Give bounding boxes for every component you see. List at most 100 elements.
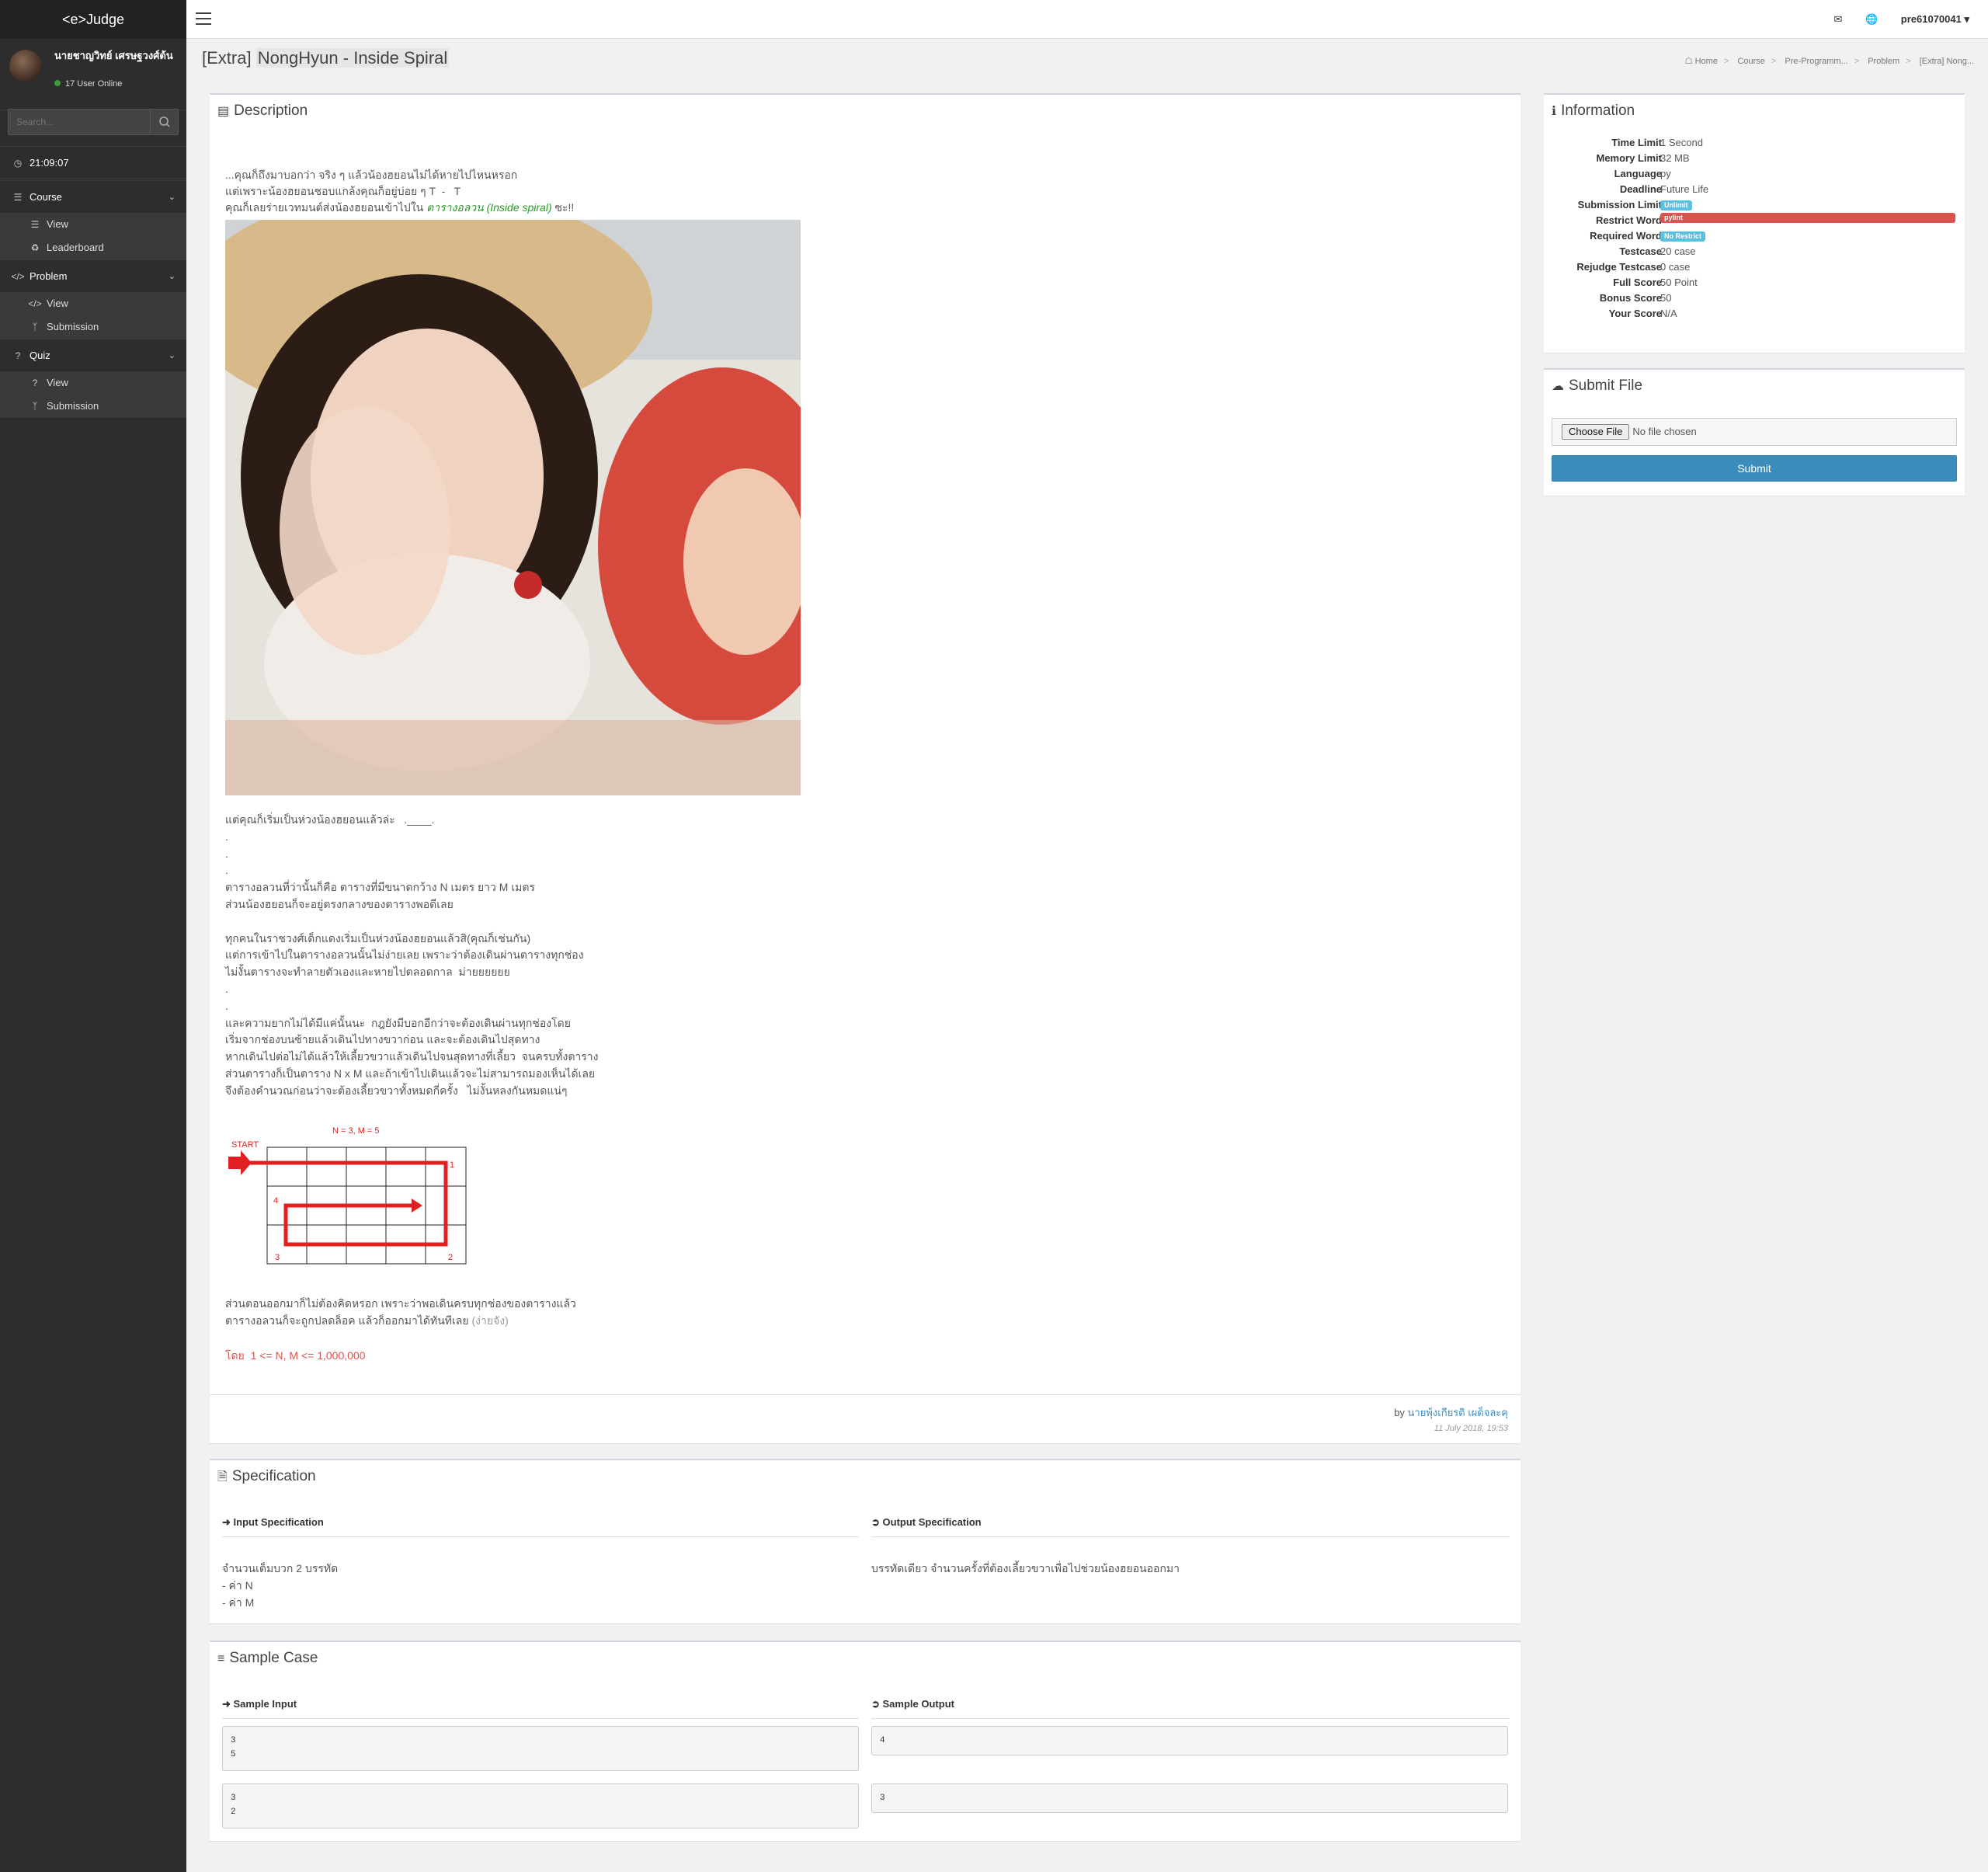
menu-quiz[interactable]: ? Quiz ⌄ <box>0 339 186 371</box>
search-input[interactable] <box>9 110 151 134</box>
user-menu[interactable]: pre61070041 ▾ <box>1901 13 1969 25</box>
breadcrumb-current: [Extra] Nong... <box>1919 57 1974 66</box>
info-key: Bonus Score <box>1599 292 1662 304</box>
sidebar-item-problem-submission[interactable]: ᛉ Submission <box>0 315 186 339</box>
menu-problem[interactable]: </> Problem ⌄ <box>0 259 186 292</box>
username: pre61070041 <box>1900 13 1962 25</box>
topbar-right: ✉ 🌐 pre61070041 ▾ <box>1813 0 1969 39</box>
info-value: Unlimit <box>1660 197 1692 213</box>
sample-divider-right <box>871 1718 1510 1719</box>
globe-icon[interactable]: 🌐 <box>1865 13 1878 25</box>
menu-quiz-label: Quiz <box>30 350 50 361</box>
page-title: [Extra] NongHyun - Inside Spiral <box>202 48 450 68</box>
sidebar-item-problem-view[interactable]: </> View <box>0 292 186 315</box>
sample-output-label: Sample Output <box>882 1698 954 1710</box>
diagram-start-label: START <box>231 1140 259 1150</box>
info-row: Rejudge Testcase 0 case <box>1544 259 1965 275</box>
list-icon: ☰ <box>13 192 23 203</box>
restrict-word-badge: pylint <box>1660 213 1955 223</box>
photo-illustration <box>225 220 801 795</box>
specification-title-text: Specification <box>231 1468 316 1484</box>
sample-divider-left <box>222 1718 859 1719</box>
info-key: Testcase <box>1619 245 1662 257</box>
description-divider <box>210 1394 1521 1395</box>
mail-icon[interactable]: ✉ <box>1833 13 1842 25</box>
home-icon: ☖ <box>1684 57 1693 66</box>
author-link[interactable]: นายพุ้งเกียรติ เผด็จละคุ <box>1408 1407 1508 1418</box>
intro-text: คุณก็เลยร่ายเวทมนต์ส่งน้องฮยอนเข้าไปใน <box>225 201 427 214</box>
menu-course[interactable]: ☰ Course ⌄ <box>0 180 186 213</box>
info-key: Time Limit <box>1611 137 1662 148</box>
sidebar-item-quiz-view[interactable]: ? View <box>0 371 186 395</box>
search-icon <box>159 117 170 127</box>
specification-title: 🗎 Specification <box>217 1468 316 1489</box>
cloud-upload-icon: ☁ <box>1552 380 1564 393</box>
intro-line: แต่เพราะน้องฮยอนชอบแกล้งคุณก็อยู่บ่อย ๆ … <box>225 185 461 197</box>
sidebar-item-leaderboard[interactable]: ♻ Leaderboard <box>0 236 186 259</box>
choose-file-button[interactable]: Choose File <box>1562 424 1630 440</box>
sidebar-item-quiz-submission[interactable]: ᛉ Submission <box>0 395 186 418</box>
info-row: Your Score N/A <box>1544 306 1965 322</box>
exit-text: ส่วนตอนออกมาก็ไม่ต้องคิดหรอก เพราะว่าพอเ… <box>225 1297 576 1327</box>
info-row: Testcase 20 case <box>1544 244 1965 259</box>
diagram-turn-2: 2 <box>448 1253 453 1262</box>
breadcrumb-course[interactable]: Course <box>1737 57 1764 66</box>
required-word-badge: No Restrict <box>1660 231 1706 242</box>
menu-course-sub: ☰ View ♻ Leaderboard <box>0 213 186 259</box>
info-row: Time Limit 1 Second <box>1544 135 1965 151</box>
sidebar: <e>Judge นายชาญวิทย์ เศรษฐวงศ์ต้น 17 Use… <box>0 0 186 1872</box>
info-key: Deadline <box>1619 183 1662 195</box>
spec-divider-left <box>222 1536 859 1537</box>
info-row: Submission Limit Unlimit <box>1544 197 1965 213</box>
submit-title-text: Submit File <box>1569 378 1643 394</box>
file-input: Choose File No file chosen <box>1552 418 1957 446</box>
sidebar-item-label: Leaderboard <box>47 242 104 253</box>
sample-title-text: Sample Case <box>229 1650 318 1666</box>
info-value: 0 case <box>1660 261 1691 273</box>
breadcrumb-problem[interactable]: Problem <box>1868 57 1899 66</box>
intro-line: ...คุณก็ถึงมาบอกว่า จริง ๆ แล้วน้องฮยอนไ… <box>225 169 518 181</box>
sign-in-icon: ➜ <box>222 1516 234 1528</box>
avatar <box>9 50 42 82</box>
user-name: นายชาญวิทย์ เศรษฐวงศ์ต้น <box>54 50 173 61</box>
info-row: Bonus Score 50 <box>1544 291 1965 306</box>
breadcrumb-course-name[interactable]: Pre-Programm... <box>1785 57 1847 66</box>
breadcrumb-home[interactable]: Home <box>1695 57 1718 66</box>
sample-input-label: Sample Input <box>233 1698 297 1710</box>
online-status: 17 User Online <box>54 79 122 89</box>
info-key: Restrict Word <box>1596 214 1662 226</box>
description-body: แต่คุณก็เริ่มเป็นห่วงน้องฮยอนแล้วล่ะ .__… <box>225 813 599 1097</box>
sidebar-item-course-view[interactable]: ☰ View <box>0 213 186 236</box>
sample-input-2: 3 2 <box>222 1783 859 1829</box>
chevron-down-icon: ⌄ <box>168 351 176 360</box>
info-value: 32 MB <box>1660 152 1690 164</box>
submit-title: ☁ Submit File <box>1552 378 1642 395</box>
constraint-text: โดย 1 <= N, M <= 1,000,000 <box>225 1349 366 1362</box>
branch-icon: ᛉ <box>32 322 38 332</box>
information-title-text: Information <box>1561 103 1635 119</box>
info-row: Memory Limit 32 MB <box>1544 151 1965 166</box>
input-spec-label: Input Specification <box>233 1516 324 1528</box>
info-value: py <box>1660 168 1671 179</box>
info-key: Required Word <box>1590 230 1662 242</box>
info-row: Required Word No Restrict <box>1544 228 1965 244</box>
output-spec-label: Output Specification <box>882 1516 982 1528</box>
exit-note: (ง่ายจัง) <box>471 1314 509 1327</box>
code-icon: </> <box>11 271 25 282</box>
hamburger-menu-icon[interactable] <box>196 12 211 25</box>
by-label: by <box>1394 1407 1408 1418</box>
search-button[interactable] <box>150 110 178 134</box>
submit-button[interactable]: Submit <box>1552 455 1957 482</box>
brand-logo[interactable]: <e>Judge <box>0 0 186 39</box>
information-box: ℹ Information Time Limit 1 Second Memory L… <box>1544 93 1965 353</box>
search-box <box>8 109 179 135</box>
info-row: Restrict Word pylint <box>1544 213 1965 228</box>
sign-out-icon: ➲ <box>871 1516 883 1528</box>
clock: ◷ 21:09:07 <box>0 146 186 179</box>
submission-limit-badge: Unlimit <box>1660 200 1692 211</box>
sample-output-1: 4 <box>871 1726 1508 1755</box>
question-icon: ? <box>32 378 38 388</box>
diagram-turn-4: 4 <box>273 1196 278 1206</box>
input-spec-head: ➜ Input Specification <box>222 1516 324 1529</box>
info-value: 50 Point <box>1660 277 1698 288</box>
